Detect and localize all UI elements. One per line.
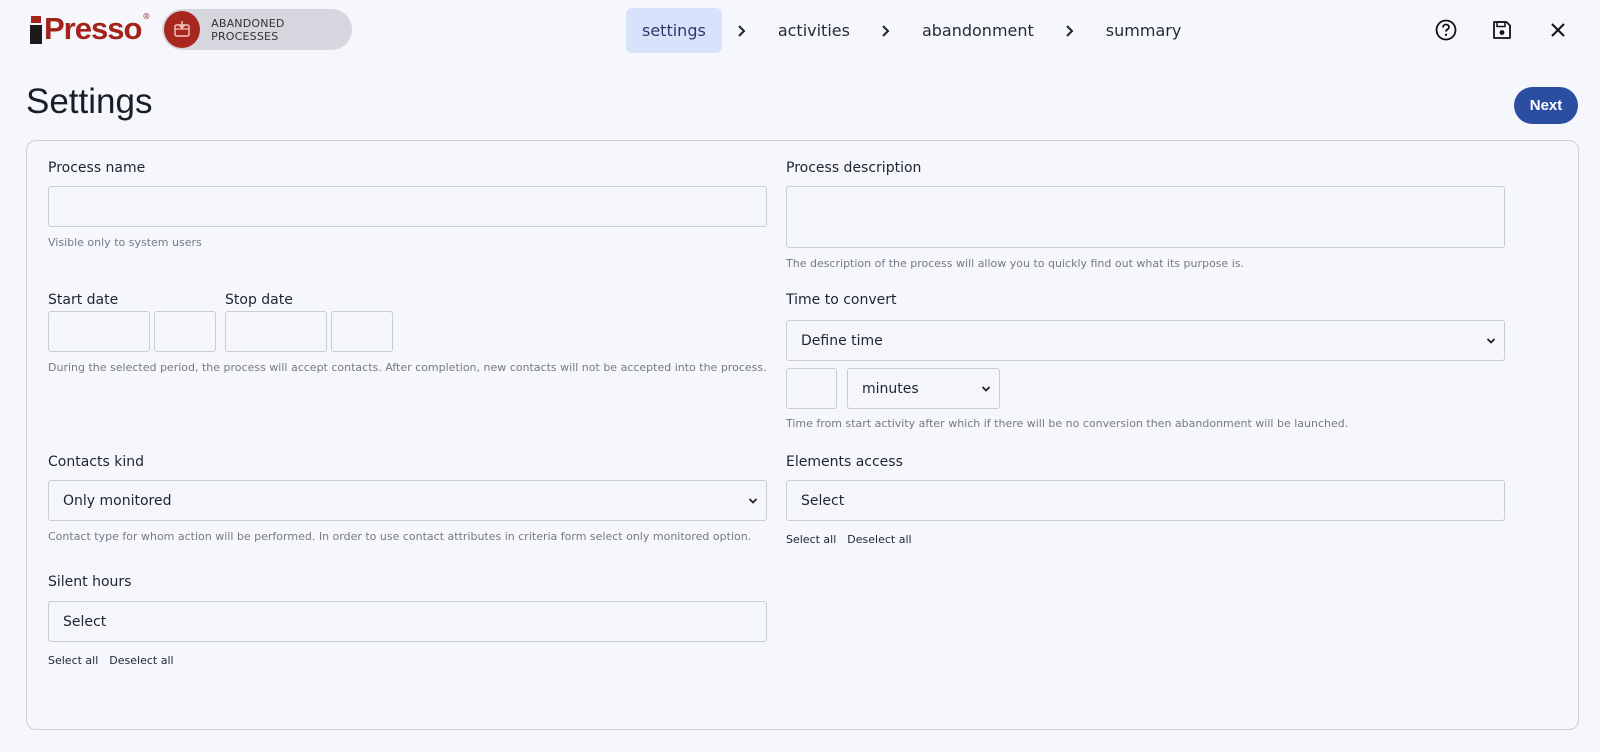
elements-access-actions: Select all Deselect all	[786, 533, 923, 546]
step-summary[interactable]: summary	[1090, 8, 1198, 53]
time-amount-input[interactable]	[786, 368, 837, 409]
module-label: ABANDONED PROCESSES	[211, 16, 285, 43]
contacts-kind-select[interactable]: Only monitored	[48, 480, 767, 521]
contacts-kind-hint: Contact type for whom action will be per…	[48, 530, 752, 543]
close-icon[interactable]	[1542, 14, 1574, 46]
abandoned-cart-icon	[164, 11, 201, 48]
silent-hours-actions: Select all Deselect all	[48, 654, 185, 667]
elements-access-select[interactable]: Select	[786, 480, 1505, 521]
logo-text: Presso	[44, 11, 142, 46]
chevron-down-icon	[748, 497, 758, 504]
process-name-label: Process name	[48, 160, 146, 176]
page-title: Settings	[26, 82, 153, 121]
process-description-label: Process description	[786, 160, 922, 176]
step-abandonment[interactable]: abandonment	[906, 8, 1050, 53]
start-date-label: Start date	[48, 292, 119, 308]
top-bar: Presso ® ABANDONED PROCESSES settings ac…	[0, 0, 1600, 62]
stop-time-input[interactable]	[331, 311, 393, 352]
contacts-kind-label: Contacts kind	[48, 454, 144, 470]
time-unit-select[interactable]: minutes	[847, 368, 1000, 409]
time-unit-value: minutes	[862, 380, 919, 397]
elements-access-label: Elements access	[786, 454, 903, 470]
time-to-convert-hint: Time from start activity after which if …	[786, 417, 1349, 430]
start-time-input[interactable]	[154, 311, 216, 352]
silent-hours-select[interactable]: Select	[48, 601, 767, 642]
period-hint: During the selected period, the process …	[48, 361, 767, 374]
wizard-steps: settings activities abandonment summary	[626, 8, 1197, 53]
start-date-input[interactable]	[48, 311, 150, 352]
save-icon[interactable]	[1486, 14, 1518, 46]
step-settings[interactable]: settings	[626, 8, 722, 53]
module-badge: ABANDONED PROCESSES	[162, 9, 352, 50]
next-button[interactable]: Next	[1514, 87, 1578, 124]
step-activities[interactable]: activities	[762, 8, 866, 53]
ipresso-logo: Presso ®	[30, 10, 150, 44]
stop-date-label: Stop date	[225, 292, 293, 308]
chevron-down-icon	[1486, 337, 1496, 344]
chevron-right-icon	[866, 8, 906, 53]
help-icon[interactable]	[1430, 14, 1462, 46]
chevron-right-icon	[722, 8, 762, 53]
logo-registered-mark: ®	[142, 12, 151, 21]
silent-hours-placeholder: Select	[63, 613, 107, 630]
process-name-hint: Visible only to system users	[48, 236, 202, 249]
top-actions	[1406, 14, 1574, 46]
process-description-textarea[interactable]	[786, 186, 1505, 248]
logo-i-mark	[30, 16, 42, 44]
process-name-input[interactable]	[48, 186, 767, 227]
silent-hours-deselect-all-link[interactable]: Deselect all	[109, 654, 173, 667]
time-to-convert-value: Define time	[801, 332, 883, 349]
elements-access-placeholder: Select	[801, 492, 845, 509]
elements-access-deselect-all-link[interactable]: Deselect all	[847, 533, 911, 546]
process-description-hint: The description of the process will allo…	[786, 257, 1244, 270]
stop-date-input[interactable]	[225, 311, 327, 352]
contacts-kind-value: Only monitored	[63, 492, 172, 509]
silent-hours-select-all-link[interactable]: Select all	[48, 654, 98, 667]
settings-form-card: Process name Visible only to system user…	[26, 140, 1579, 730]
elements-access-select-all-link[interactable]: Select all	[786, 533, 836, 546]
silent-hours-label: Silent hours	[48, 574, 132, 590]
chevron-right-icon	[1050, 8, 1090, 53]
chevron-down-icon	[981, 385, 991, 392]
time-to-convert-select[interactable]: Define time	[786, 320, 1505, 361]
time-to-convert-label: Time to convert	[786, 292, 897, 308]
